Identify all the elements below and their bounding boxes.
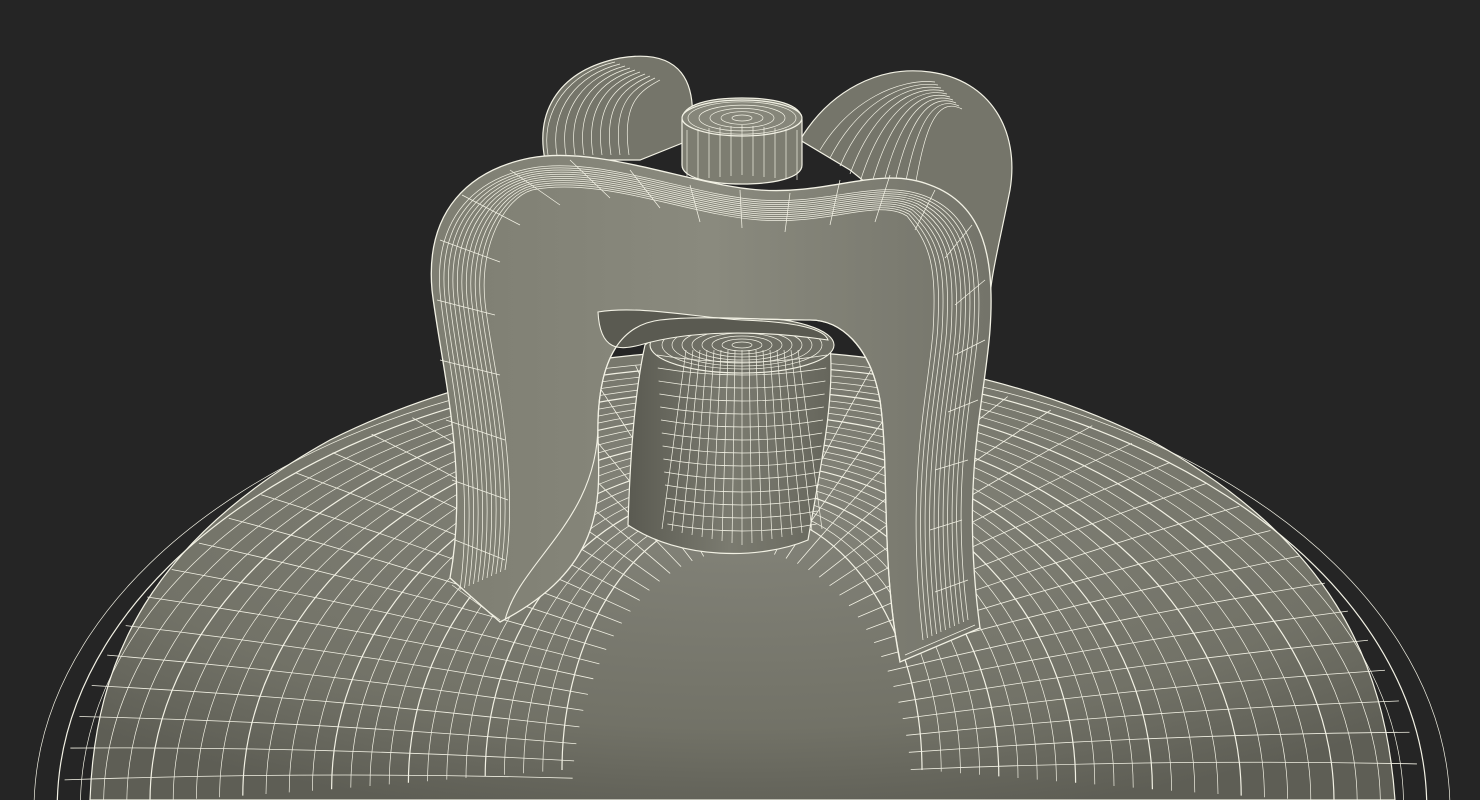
wireframe-insulator-render bbox=[33, 55, 1451, 800]
render-viewport bbox=[0, 0, 1480, 800]
insulator-neck bbox=[627, 316, 835, 555]
